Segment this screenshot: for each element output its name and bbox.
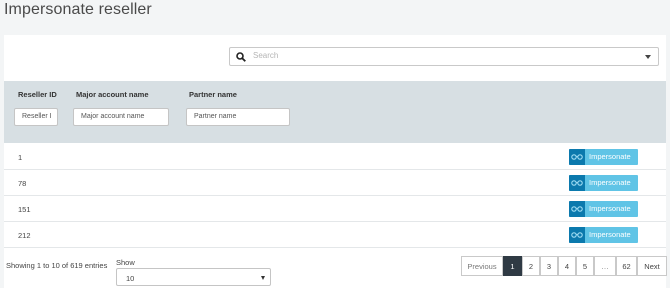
table-row: 212 Impersonate xyxy=(4,222,666,248)
column-header-partner-name[interactable]: Partner name xyxy=(189,90,237,99)
glasses-icon xyxy=(569,149,585,165)
page-size-value: 10 xyxy=(126,274,135,283)
impersonate-label: Impersonate xyxy=(589,152,631,161)
entries-info: Showing 1 to 10 of 619 entries xyxy=(6,261,108,270)
filter-major-account-name[interactable]: Major account name xyxy=(73,108,169,126)
impersonate-button[interactable]: Impersonate xyxy=(569,175,638,191)
table-row: 151 Impersonate xyxy=(4,196,666,222)
pagination-page-62[interactable]: 62 xyxy=(616,256,637,276)
column-header-reseller-id[interactable]: Reseller ID xyxy=(18,90,57,99)
filter-partner-name[interactable]: Partner name xyxy=(186,108,290,126)
pagination-page-4[interactable]: 4 xyxy=(558,256,576,276)
reseller-id-cell: 151 xyxy=(18,205,31,214)
table-row: 1 Impersonate xyxy=(4,144,666,170)
reseller-id-cell: 78 xyxy=(18,179,27,188)
impersonate-button[interactable]: Impersonate xyxy=(569,227,638,243)
chevron-down-icon xyxy=(645,55,651,59)
pagination-ellipsis: … xyxy=(594,256,616,276)
impersonate-label: Impersonate xyxy=(589,204,631,213)
reseller-id-cell: 1 xyxy=(18,153,23,162)
search-select[interactable]: Search xyxy=(229,47,659,66)
pagination-previous[interactable]: Previous xyxy=(461,256,503,276)
filter-reseller-id[interactable]: Reseller I xyxy=(14,108,58,126)
show-label: Show xyxy=(116,258,135,267)
impersonate-label: Impersonate xyxy=(589,178,631,187)
page-title: Impersonate reseller xyxy=(4,1,152,18)
page-size-select[interactable]: 10 xyxy=(116,268,271,286)
search-icon xyxy=(236,52,246,62)
pagination-page-1[interactable]: 1 xyxy=(503,256,522,276)
pagination-page-3[interactable]: 3 xyxy=(540,256,558,276)
search-placeholder: Search xyxy=(253,51,279,60)
glasses-icon xyxy=(569,175,585,191)
impersonate-label: Impersonate xyxy=(589,230,631,239)
pagination-page-5[interactable]: 5 xyxy=(576,256,594,276)
pagination-next[interactable]: Next xyxy=(637,256,667,276)
chevron-down-icon xyxy=(261,276,265,280)
table-row: 78 Impersonate xyxy=(4,170,666,196)
impersonate-button[interactable]: Impersonate xyxy=(569,201,638,217)
column-header-major-account-name[interactable]: Major account name xyxy=(76,90,149,99)
impersonate-button[interactable]: Impersonate xyxy=(569,149,638,165)
pagination-page-2[interactable]: 2 xyxy=(522,256,540,276)
reseller-id-cell: 212 xyxy=(18,231,31,240)
glasses-icon xyxy=(569,201,585,217)
glasses-icon xyxy=(569,227,585,243)
